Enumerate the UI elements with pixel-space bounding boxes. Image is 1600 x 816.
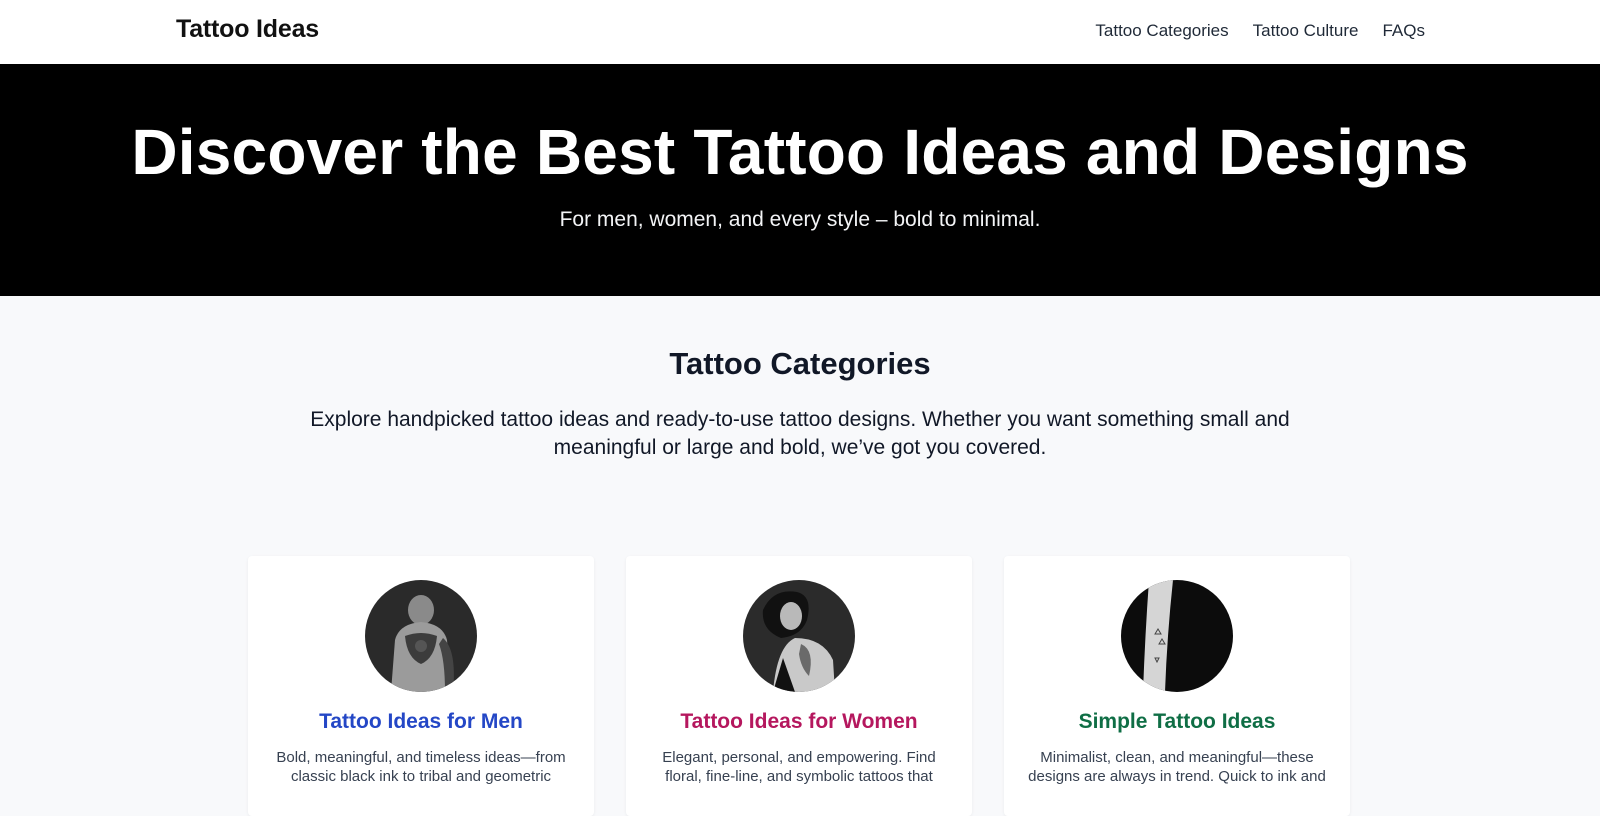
category-cards: Tattoo Ideas for Men Bold, meaningful, a… (248, 556, 1350, 816)
card-title: Simple Tattoo Ideas (1078, 710, 1276, 733)
simple-tattoo-photo (1121, 580, 1233, 692)
hero-subtitle: For men, women, and every style – bold t… (559, 208, 1041, 231)
nav-link-faqs[interactable]: FAQs (1382, 21, 1425, 41)
section-intro: Explore handpicked tattoo ideas and read… (310, 408, 1290, 459)
category-card-women[interactable]: Tattoo Ideas for Women Elegant, personal… (626, 556, 972, 816)
card-description: Bold, meaningful, and timeless ideas—fro… (276, 749, 566, 785)
card-description: Minimalist, clean, and meaningful—these … (1028, 749, 1326, 785)
section-title: Tattoo Categories (669, 346, 931, 381)
nav-link-tattoo-culture[interactable]: Tattoo Culture (1253, 21, 1359, 41)
hero-banner: Discover the Best Tattoo Ideas and Desig… (0, 64, 1600, 296)
site-header: Tattoo Ideas Tattoo Categories Tattoo Cu… (0, 0, 1600, 64)
men-tattoo-photo (365, 580, 477, 692)
hero-title: Discover the Best Tattoo Ideas and Desig… (131, 116, 1469, 188)
category-card-simple[interactable]: Simple Tattoo Ideas Minimalist, clean, a… (1004, 556, 1350, 816)
category-card-men[interactable]: Tattoo Ideas for Men Bold, meaningful, a… (248, 556, 594, 816)
card-title: Tattoo Ideas for Men (319, 710, 523, 733)
nav-link-tattoo-categories[interactable]: Tattoo Categories (1095, 21, 1228, 41)
main-nav: Tattoo Categories Tattoo Culture FAQs (1095, 21, 1425, 41)
women-tattoo-photo (743, 580, 855, 692)
site-logo[interactable]: Tattoo Ideas (176, 15, 319, 44)
card-description: Elegant, personal, and empowering. Find … (662, 749, 936, 785)
card-title: Tattoo Ideas for Women (680, 710, 918, 733)
categories-section: Tattoo Categories Explore handpicked tat… (0, 296, 1600, 462)
